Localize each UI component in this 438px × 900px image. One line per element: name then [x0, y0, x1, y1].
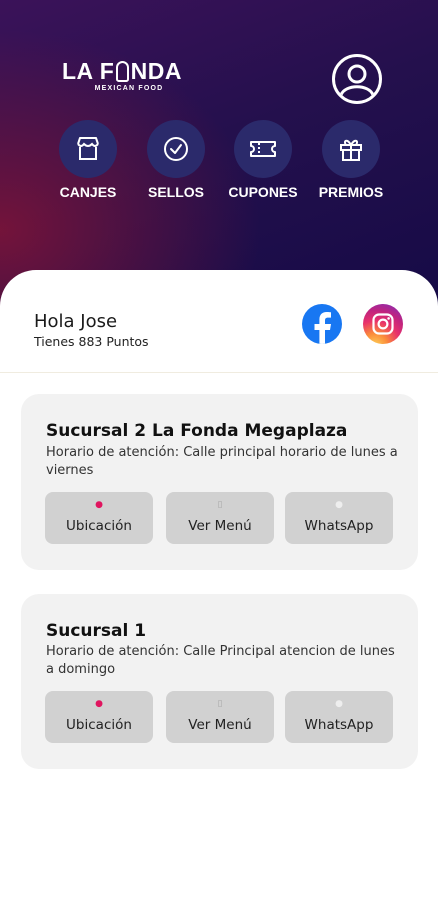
document-icon: ▯ [217, 500, 223, 510]
greeting: Hola Jose Tienes 883 Puntos [34, 311, 149, 349]
branch-name: Sucursal 2 La Fonda Megaplaza [46, 421, 348, 441]
nav-premios-circle [322, 120, 380, 178]
location-button-label: Ubicación [66, 717, 132, 733]
nav-canjes-circle [59, 120, 117, 178]
divider [0, 372, 438, 373]
nav-cupones-label: CUPONES [228, 184, 298, 200]
whatsapp-button[interactable]: ● WhatsApp [285, 492, 393, 544]
bell-logo-icon [116, 60, 129, 82]
location-icon: ● [95, 699, 103, 709]
check-circle-icon [164, 137, 188, 161]
user-icon [339, 64, 375, 96]
location-button-label: Ubicación [66, 518, 132, 534]
instagram-button[interactable] [363, 304, 403, 344]
branch-card: Sucursal 2 La Fonda Megaplaza Horario de… [21, 394, 418, 570]
facebook-button[interactable] [302, 304, 342, 344]
ticket-icon [250, 141, 276, 157]
whatsapp-button[interactable]: ● WhatsApp [285, 691, 393, 743]
branch-hours: Horario de atención: Calle principal hor… [46, 445, 398, 478]
menu-button[interactable]: ▯ Ver Menú [166, 492, 274, 544]
brand-tagline: MEXICAN FOOD [94, 85, 164, 92]
nav-cupones-circle [234, 120, 292, 178]
whatsapp-button-label: WhatsApp [304, 518, 374, 534]
nav-premios[interactable]: PREMIOS [306, 120, 396, 200]
profile-button[interactable] [332, 54, 382, 104]
branch-hours: Horario de atención: Calle Principal ate… [46, 644, 395, 677]
content-sheet [0, 270, 438, 900]
points-balance: Tienes 883 Puntos [34, 334, 149, 349]
chat-bubble-icon: ● [335, 500, 343, 510]
location-button[interactable]: ● Ubicación [45, 492, 153, 544]
nav-premios-label: PREMIOS [318, 184, 384, 200]
brand-logo-title: LA F NDA [62, 58, 182, 84]
nav-sellos-label: SELLOS [147, 184, 204, 200]
menu-button-label: Ver Menú [188, 717, 252, 733]
document-icon: ▯ [217, 699, 223, 709]
nav-canjes-label: CANJES [59, 184, 117, 200]
instagram-icon [372, 313, 394, 335]
brand-name-part2: NDA [130, 58, 182, 84]
chat-bubble-icon: ● [335, 699, 343, 709]
location-icon: ● [95, 500, 103, 510]
store-icon [77, 137, 99, 160]
brand-logo: LA F NDA MEXICAN FOOD [62, 58, 182, 98]
location-button[interactable]: ● Ubicación [45, 691, 153, 743]
brand-name-part1: LA F [62, 58, 115, 84]
facebook-icon [314, 312, 331, 344]
menu-button-label: Ver Menú [188, 518, 252, 534]
nav-canjes[interactable]: CANJES [43, 120, 133, 200]
greeting-hello: Hola Jose [34, 311, 118, 332]
nav-sellos-circle [147, 120, 205, 178]
nav-sellos[interactable]: SELLOS [131, 120, 221, 200]
branch-name: Sucursal 1 [46, 621, 147, 641]
whatsapp-button-label: WhatsApp [304, 717, 374, 733]
nav-cupones[interactable]: CUPONES [218, 120, 308, 200]
branch-card: Sucursal 1 Horario de atención: Calle Pr… [21, 594, 418, 769]
menu-button[interactable]: ▯ Ver Menú [166, 691, 274, 743]
gift-icon [340, 139, 362, 161]
